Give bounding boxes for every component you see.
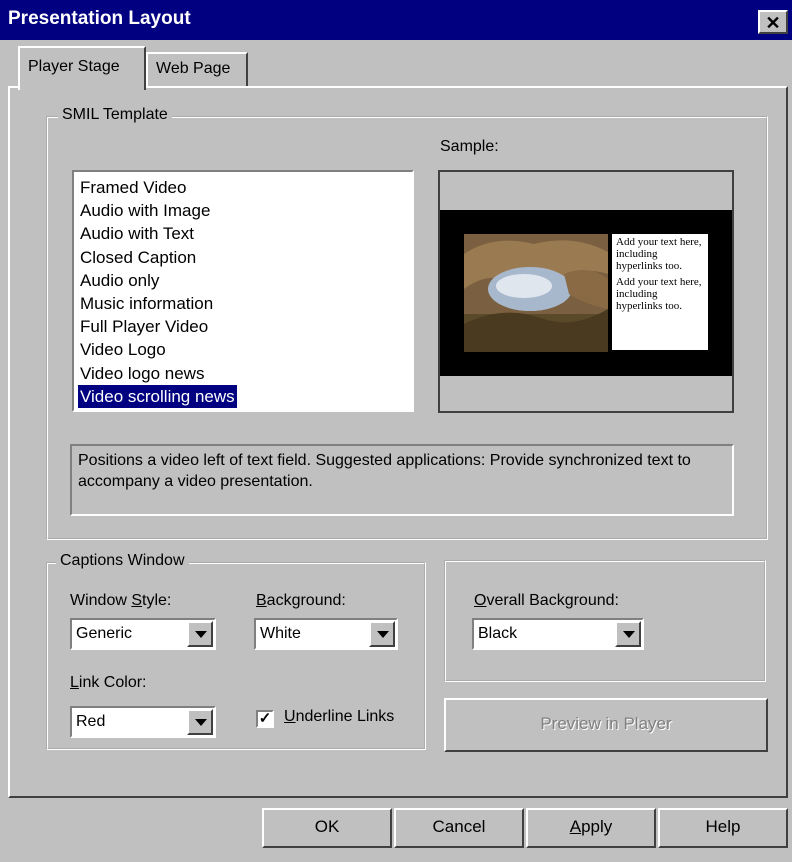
- tab-label: Player Stage: [28, 58, 120, 75]
- list-item[interactable]: Closed Caption: [78, 246, 198, 269]
- link-color-value: Red: [76, 713, 106, 730]
- dropdown-button[interactable]: [187, 621, 213, 647]
- dropdown-button[interactable]: [615, 621, 641, 647]
- preview-label: Preview in Player: [540, 714, 672, 733]
- dropdown-button[interactable]: [369, 621, 395, 647]
- list-item[interactable]: Music information: [78, 292, 215, 315]
- link-color-select[interactable]: Red: [70, 706, 216, 738]
- check-icon: ✓: [258, 710, 272, 727]
- chevron-down-icon: [377, 631, 389, 638]
- link-color-label: Link Color:: [70, 674, 147, 691]
- ok-button[interactable]: OK: [262, 808, 392, 848]
- template-listbox[interactable]: Framed Video Audio with Image Audio with T…: [72, 170, 414, 412]
- apply-button[interactable]: Apply: [526, 808, 656, 848]
- list-item[interactable]: Video logo news: [78, 362, 206, 385]
- chevron-down-icon: [623, 631, 635, 638]
- list-item[interactable]: Audio only: [78, 269, 161, 292]
- smil-template-label: SMIL Template: [58, 106, 172, 124]
- template-list: Framed Video Audio with Image Audio with T…: [77, 176, 408, 410]
- cancel-button[interactable]: Cancel: [394, 808, 524, 848]
- overall-background-value: Black: [478, 625, 518, 642]
- help-button[interactable]: Help: [658, 808, 788, 848]
- template-description: Positions a video left of text field. Su…: [70, 444, 734, 516]
- sample-preview: Add your text here, including hyperlinks…: [438, 170, 734, 413]
- tab-player-stage[interactable]: Player Stage: [18, 46, 146, 90]
- window-title: Presentation Layout: [8, 8, 191, 29]
- background-label: Background:: [256, 592, 346, 609]
- background-select[interactable]: White: [254, 618, 398, 650]
- dropdown-button[interactable]: [187, 709, 213, 735]
- overall-background-select[interactable]: Black: [472, 618, 644, 650]
- window-style-label: Window Style:: [70, 592, 172, 609]
- title-bar: Presentation Layout ✕: [0, 0, 792, 40]
- underline-links-label: Underline Links: [284, 708, 395, 725]
- sample-text-panel: Add your text here, including hyperlinks…: [612, 234, 708, 350]
- background-value: White: [260, 625, 301, 642]
- window-style-select[interactable]: Generic: [70, 618, 216, 650]
- list-item[interactable]: Full Player Video: [78, 315, 210, 338]
- list-item[interactable]: Video Logo: [78, 338, 168, 361]
- list-item[interactable]: Audio with Text: [78, 222, 196, 245]
- sample-text-1: Add your text here, including hyperlinks…: [616, 236, 702, 272]
- list-item[interactable]: Video scrolling news: [77, 383, 238, 410]
- preview-in-player-button[interactable]: Preview in Player: [444, 698, 768, 752]
- chevron-down-icon: [195, 631, 207, 638]
- tab-label: Web Page: [156, 60, 231, 77]
- underline-links-checkbox[interactable]: ✓: [256, 710, 274, 728]
- tab-web-page[interactable]: Web Page: [146, 52, 248, 88]
- window-style-value: Generic: [76, 625, 133, 642]
- list-item[interactable]: Framed Video: [78, 176, 188, 199]
- sample-text-2: Add your text here, including hyperlinks…: [616, 276, 702, 312]
- overall-background-label: Overall Background:: [474, 592, 619, 609]
- sample-video-image: [464, 234, 608, 352]
- chevron-down-icon: [195, 719, 207, 726]
- close-icon: ✕: [765, 13, 781, 33]
- close-button[interactable]: ✕: [758, 10, 788, 34]
- captions-window-label: Captions Window: [56, 552, 189, 570]
- list-item[interactable]: Audio with Image: [78, 199, 212, 222]
- sample-label: Sample:: [440, 138, 499, 155]
